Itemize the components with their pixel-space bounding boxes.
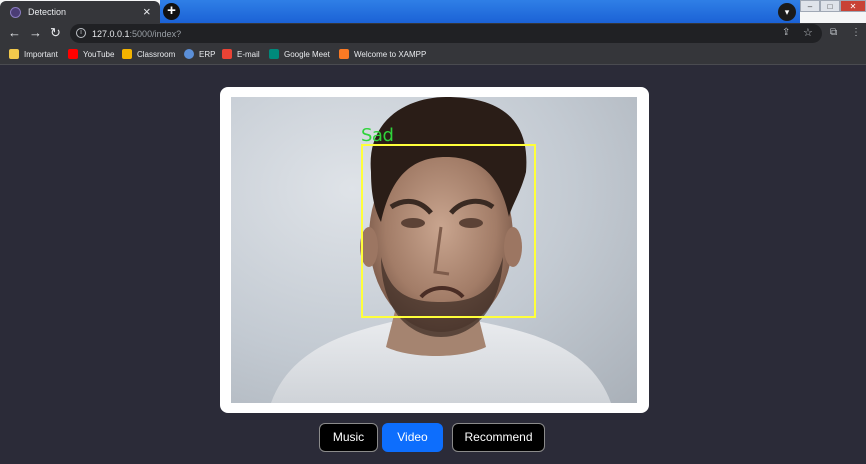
bookmark-email[interactable]: E-mail: [222, 49, 260, 59]
extensions-icon[interactable]: ⧉: [830, 27, 837, 38]
window-titlebar: Detection × + ▾ – □ ✕: [0, 0, 866, 23]
bookmark-google-meet[interactable]: Google Meet: [269, 49, 330, 59]
titlebar-background: [160, 0, 800, 23]
new-tab-button[interactable]: +: [163, 3, 180, 20]
menu-icon[interactable]: ⋮: [851, 27, 861, 38]
youtube-icon: [68, 49, 78, 59]
video-frame: Sad: [231, 97, 637, 403]
window-controls: – □ ✕: [800, 0, 866, 12]
bookmarks-bar: Important YouTube Classroom ERP E-mail G…: [0, 44, 866, 65]
folder-icon: [9, 49, 19, 59]
bookmark-label: ERP: [199, 49, 216, 59]
url-host: 127.0.0.1: [92, 29, 130, 39]
erp-icon: [184, 49, 194, 59]
window-close-icon[interactable]: ✕: [840, 0, 866, 12]
tab-detection[interactable]: Detection ×: [0, 1, 160, 23]
video-button[interactable]: Video: [382, 423, 443, 452]
bookmark-label: Important: [24, 49, 58, 59]
bookmark-classroom[interactable]: Classroom: [122, 49, 175, 59]
bookmark-erp[interactable]: ERP: [184, 49, 215, 59]
tab-search-icon[interactable]: ▾: [778, 3, 796, 21]
minimize-icon[interactable]: –: [800, 0, 820, 12]
action-buttons: Music Video Recommend: [0, 423, 866, 452]
tab-title: Detection: [28, 7, 67, 17]
gmail-icon: [222, 49, 232, 59]
reload-icon[interactable]: ↻: [50, 25, 61, 41]
forward-icon[interactable]: →: [29, 25, 42, 41]
music-button[interactable]: Music: [319, 423, 378, 452]
google-meet-icon: [269, 49, 279, 59]
recommend-button[interactable]: Recommend: [452, 423, 545, 452]
bookmark-label: Classroom: [137, 49, 176, 59]
bookmark-important[interactable]: Important: [9, 49, 58, 59]
address-bar[interactable]: i 127.0.0.1:5000/index? ⇪ ☆: [70, 24, 822, 43]
bookmark-star-icon[interactable]: ☆: [803, 26, 813, 39]
bookmark-label: Welcome to XAMPP: [354, 49, 427, 59]
bookmark-youtube[interactable]: YouTube: [68, 49, 114, 59]
url-text[interactable]: 127.0.0.1:5000/index?: [92, 29, 181, 39]
bookmark-label: E-mail: [237, 49, 260, 59]
browser-toolbar: ← → ↻ i 127.0.0.1:5000/index? ⇪ ☆ ⧉ ⋮: [0, 23, 866, 44]
tab-close-icon[interactable]: ×: [143, 4, 151, 19]
emotion-label: Sad: [361, 125, 394, 146]
url-path: :5000/index?: [129, 29, 182, 39]
classroom-icon: [122, 49, 132, 59]
back-icon[interactable]: ←: [8, 25, 21, 41]
xampp-icon: [339, 49, 349, 59]
video-card: Sad: [220, 87, 649, 413]
bookmark-xampp[interactable]: Welcome to XAMPP: [339, 49, 426, 59]
site-info-icon[interactable]: i: [76, 28, 86, 38]
tab-favicon: [10, 7, 21, 18]
maximize-icon[interactable]: □: [820, 0, 840, 12]
face-detection-box: [361, 144, 536, 318]
bookmark-label: Google Meet: [284, 49, 330, 59]
bookmark-label: YouTube: [83, 49, 115, 59]
share-icon[interactable]: ⇪: [782, 27, 790, 38]
